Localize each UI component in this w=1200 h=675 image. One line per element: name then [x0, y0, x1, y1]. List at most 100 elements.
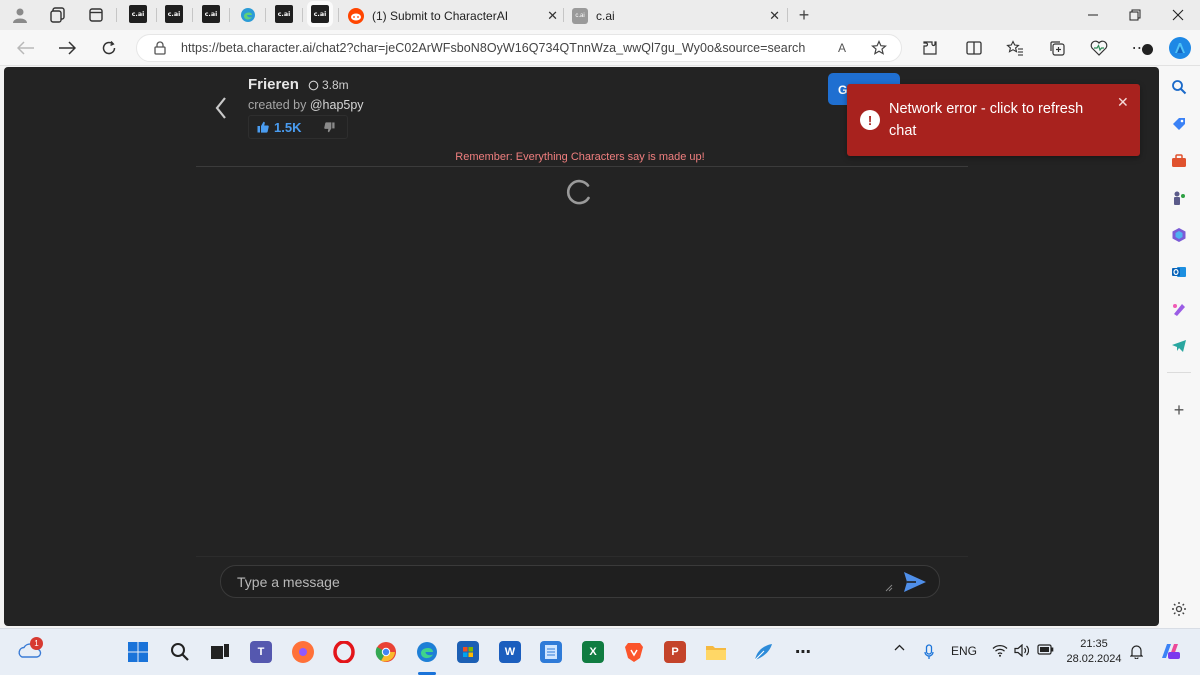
new-tab-icon[interactable]: + — [794, 5, 814, 25]
resize-grip-icon[interactable] — [885, 584, 893, 592]
add-icon[interactable]: + — [1169, 400, 1189, 420]
url-bar[interactable]: https://beta.character.ai/chat2?char=jeC… — [136, 34, 902, 62]
message-input[interactable] — [237, 572, 877, 592]
tab-separator — [265, 8, 266, 22]
lock-icon[interactable] — [151, 39, 169, 57]
battery-icon[interactable] — [1036, 644, 1054, 655]
search-icon[interactable] — [1169, 77, 1189, 97]
toast-close-icon[interactable]: ✕ — [1117, 94, 1129, 111]
clock[interactable]: 21:35 28.02.2024 — [1062, 637, 1126, 667]
header-divider — [196, 166, 968, 167]
settings-gear-icon[interactable] — [1169, 599, 1189, 619]
tab-edge-icon[interactable] — [238, 5, 258, 25]
task-view-icon[interactable] — [209, 641, 231, 663]
loading-spinner-icon — [566, 179, 590, 205]
microphone-icon[interactable] — [922, 644, 936, 660]
tab-cai-4[interactable]: c.ai — [275, 5, 293, 23]
tab-label: c.ai — [313, 10, 327, 18]
tab-cai-full[interactable]: c.ai c.ai ✕ — [572, 2, 780, 30]
word-icon[interactable]: W — [499, 641, 521, 663]
collections-icon[interactable] — [1047, 38, 1067, 58]
tab-cai-1[interactable]: c.ai — [129, 5, 147, 23]
rating-box: 1.5K — [248, 115, 348, 139]
workspaces-icon[interactable] — [48, 5, 68, 25]
edge-sidebar: + — [1159, 66, 1200, 628]
tab-cai-2[interactable]: c.ai — [165, 5, 183, 23]
back-chevron-icon[interactable] — [210, 95, 232, 121]
minimize-icon[interactable] — [1073, 3, 1113, 27]
tab-separator — [563, 8, 564, 22]
file-explorer-icon[interactable] — [705, 641, 727, 663]
close-icon[interactable]: ✕ — [547, 8, 558, 24]
favorites-icon[interactable] — [1005, 38, 1025, 58]
profile-icon[interactable] — [10, 5, 30, 25]
chat-bubble-icon — [308, 80, 319, 90]
tab-actions-icon[interactable] — [86, 5, 106, 25]
send-icon[interactable] — [903, 571, 927, 593]
copilot-icon[interactable] — [1169, 37, 1191, 59]
wifi-icon[interactable] — [991, 644, 1009, 657]
outlook-icon[interactable] — [1169, 262, 1189, 282]
tab-cai-3[interactable]: c.ai — [202, 5, 220, 23]
url-text[interactable]: https://beta.character.ai/chat2?char=jeC… — [181, 41, 805, 55]
show-hidden-icons-chevron-icon[interactable] — [891, 644, 907, 651]
thumbs-down-icon[interactable] — [324, 121, 336, 133]
toast-message[interactable]: Network error - click to refresh chat — [889, 98, 1109, 142]
weather-badge: 1 — [30, 637, 43, 650]
powerpoint-icon[interactable]: P — [664, 641, 686, 663]
tab-cai-5-active[interactable]: c.ai — [307, 1, 333, 27]
taskbar-search-icon[interactable] — [169, 641, 191, 663]
chrome-icon[interactable] — [375, 641, 397, 663]
tab-reddit[interactable]: (1) Submit to CharacterAI ✕ — [348, 2, 558, 30]
split-screen-icon[interactable] — [964, 38, 984, 58]
browser-essentials-icon[interactable] — [1089, 38, 1109, 58]
tab-label: c.ai — [131, 10, 145, 18]
restore-icon[interactable] — [1115, 3, 1155, 27]
tab-separator — [156, 8, 157, 22]
back-icon[interactable] — [14, 36, 38, 60]
thumbs-up-icon[interactable] — [257, 121, 269, 133]
telegram-icon[interactable] — [1169, 336, 1189, 356]
tab-reddit-label: (1) Submit to CharacterAI — [372, 9, 509, 23]
firefox-icon[interactable] — [292, 641, 314, 663]
tab-label: c.ai — [167, 10, 181, 18]
chat-count-value: 3.8m — [322, 78, 349, 92]
feather-app-icon[interactable] — [752, 641, 774, 663]
more-apps-icon[interactable]: ⋯ — [792, 641, 814, 663]
copilot-taskbar-icon[interactable] — [1159, 640, 1181, 662]
tab-cai-label: c.ai — [596, 9, 615, 23]
creator-handle[interactable]: @hap5py — [310, 98, 364, 112]
close-window-icon[interactable] — [1158, 3, 1198, 27]
brave-icon[interactable] — [623, 641, 645, 663]
forward-icon[interactable] — [55, 36, 79, 60]
tools-icon[interactable] — [1169, 151, 1189, 171]
cai-icon: c.ai — [572, 8, 588, 24]
edge-taskbar-icon[interactable] — [416, 641, 438, 663]
tab-separator — [116, 8, 117, 22]
disclaimer-text: Remember: Everything Characters say is m… — [455, 151, 705, 163]
designer-icon[interactable] — [1169, 299, 1189, 319]
close-icon[interactable]: ✕ — [769, 8, 780, 24]
error-alert-icon: ! — [860, 110, 880, 130]
microsoft-store-icon[interactable] — [457, 641, 479, 663]
language-indicator[interactable]: ENG — [950, 644, 978, 658]
character-name: Frieren — [248, 76, 299, 93]
opera-icon[interactable] — [333, 641, 355, 663]
reddit-icon — [348, 8, 364, 24]
refresh-icon[interactable] — [97, 36, 121, 60]
network-error-toast[interactable]: ! Network error - click to refresh chat … — [847, 84, 1140, 156]
excel-icon[interactable]: X — [582, 641, 604, 663]
notepad-icon[interactable] — [540, 641, 562, 663]
volume-icon[interactable] — [1013, 644, 1029, 657]
clock-time: 21:35 — [1080, 638, 1108, 650]
favorite-star-icon[interactable] — [870, 39, 888, 57]
shopping-tag-icon[interactable] — [1169, 114, 1189, 134]
teams-icon[interactable]: T — [250, 641, 272, 663]
notification-badge — [1142, 44, 1153, 55]
microsoft-365-icon[interactable] — [1169, 225, 1189, 245]
extensions-icon[interactable] — [920, 38, 940, 58]
read-aloud-icon[interactable]: A — [833, 39, 851, 57]
start-windows-icon[interactable] — [127, 641, 149, 663]
notifications-bell-icon[interactable] — [1128, 644, 1144, 659]
games-icon[interactable] — [1169, 188, 1189, 208]
